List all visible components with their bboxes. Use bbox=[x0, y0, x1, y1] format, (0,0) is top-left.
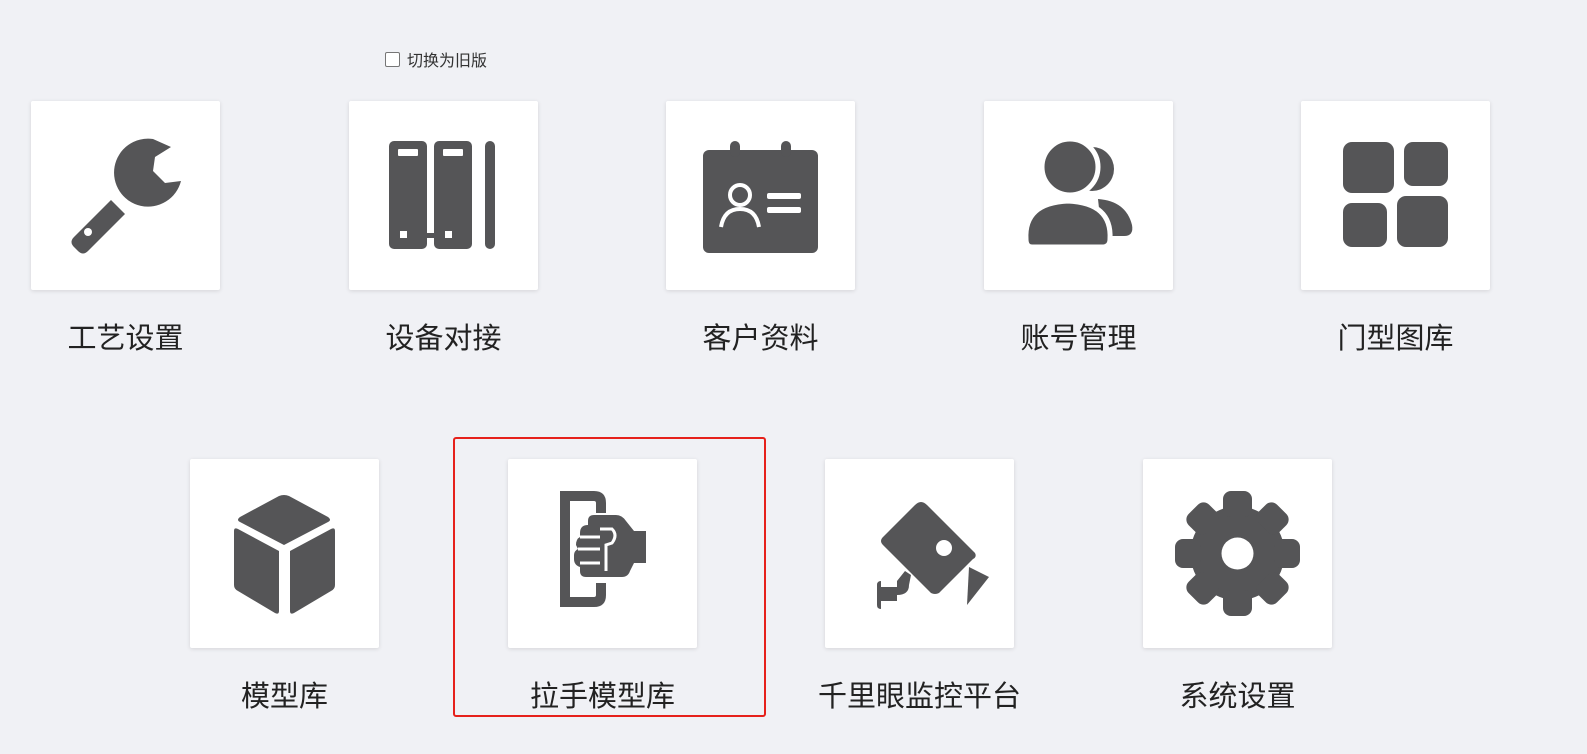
tile-door-gallery[interactable]: 门型图库 bbox=[1301, 101, 1490, 355]
tile-label: 系统设置 bbox=[1179, 679, 1296, 713]
grid-icon bbox=[1343, 142, 1448, 247]
tile-card[interactable] bbox=[349, 101, 538, 290]
old-version-label: 切换为旧版 bbox=[407, 51, 488, 70]
tile-process-settings[interactable]: 工艺设置 bbox=[31, 101, 220, 355]
tile-card[interactable] bbox=[1143, 459, 1332, 648]
tile-card[interactable] bbox=[666, 101, 855, 290]
tile-card[interactable] bbox=[984, 101, 1173, 290]
tile-system-settings[interactable]: 系统设置 bbox=[1143, 459, 1332, 713]
tile-label: 客户资料 bbox=[702, 321, 819, 355]
old-version-toggle[interactable]: 切换为旧版 bbox=[385, 49, 488, 70]
tile-label: 门型图库 bbox=[1337, 321, 1454, 355]
tile-card[interactable] bbox=[31, 101, 220, 290]
tile-card[interactable] bbox=[1301, 101, 1490, 290]
tile-label: 工艺设置 bbox=[67, 321, 184, 355]
tile-account-management[interactable]: 账号管理 bbox=[984, 101, 1173, 355]
cube-icon bbox=[234, 495, 335, 614]
tile-customer-data[interactable]: 客户资料 bbox=[666, 101, 855, 355]
tile-label: 拉手模型库 bbox=[529, 679, 675, 713]
old-version-checkbox[interactable] bbox=[385, 51, 400, 67]
binders-icon bbox=[389, 141, 495, 249]
security-camera-icon bbox=[877, 502, 989, 609]
tile-card[interactable] bbox=[508, 459, 697, 648]
tile-handle-model-library[interactable]: 拉手模型库 bbox=[508, 459, 697, 713]
handle-grip-icon bbox=[560, 491, 646, 607]
tile-device-integration[interactable]: 设备对接 bbox=[349, 101, 538, 355]
tile-card[interactable] bbox=[825, 459, 1014, 648]
tile-label: 千里眼监控平台 bbox=[817, 679, 1021, 713]
gear-icon bbox=[1175, 491, 1300, 616]
tile-card[interactable] bbox=[190, 459, 379, 648]
tile-surveillance-platform[interactable]: 千里眼监控平台 bbox=[818, 459, 1021, 713]
contact-card-icon bbox=[703, 141, 818, 253]
tile-label: 设备对接 bbox=[385, 321, 502, 355]
tile-model-library[interactable]: 模型库 bbox=[190, 459, 379, 713]
users-icon bbox=[1023, 136, 1133, 250]
wrench-icon bbox=[71, 138, 181, 254]
tile-label: 账号管理 bbox=[1020, 321, 1137, 355]
tile-label: 模型库 bbox=[240, 679, 328, 713]
